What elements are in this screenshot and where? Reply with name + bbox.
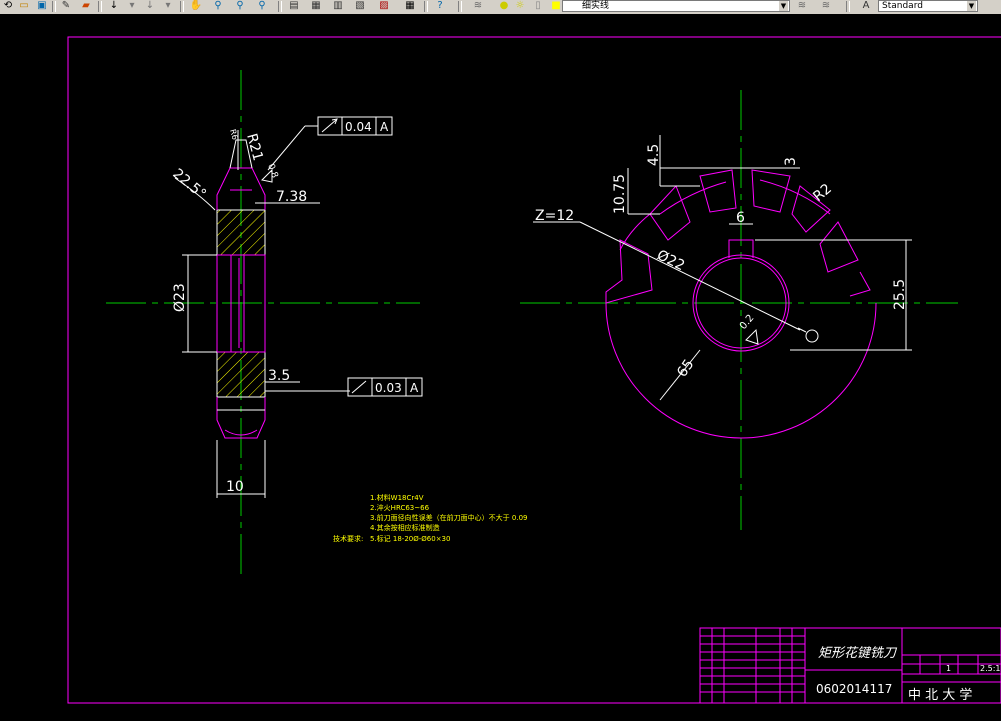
pan-icon[interactable]: ✋ [188,0,204,12]
gdt1-datum: A [380,120,389,134]
front-view: 4.5 10.75 3 R2 Z=12 Ø22 6 25.5 0.2 65 [520,90,958,530]
note-line-3: 3.前刀面径向性误差（在前刀面中心）不大于 0.09 [370,513,528,522]
dim-r2: R2 [810,181,835,205]
dim-25-5: 25.5 [892,279,908,310]
dim-z-12: Z=12 [535,208,574,224]
dim-7-38: 7.38 [276,189,307,205]
layer-manager-icon[interactable]: ≋ [470,0,486,12]
markup-icon[interactable]: ▨ [376,0,392,12]
layer-previous-icon[interactable]: ≋ [818,0,834,12]
redo-arrow-icon[interactable]: ▾ [160,0,176,12]
calculator-icon[interactable]: ▦ [402,0,418,12]
hatched-section-bottom [216,351,266,398]
gdt2-datum: A [410,381,419,395]
gdt1-value: 0.04 [345,120,372,134]
dim-r6: R6 [228,128,239,141]
part-name: 矩形花键铣刀 [818,646,898,661]
layer-name: 细实线 [582,1,610,11]
sun-icon[interactable]: ☼ [512,0,528,12]
count: 1 [946,664,951,673]
undo-icon[interactable]: ⟲ [0,0,16,12]
note-line-2: 2.淬火HRC63~66 [370,503,430,512]
title-block: 矩形花键铣刀 0602014117 中 北 大 学 2.5:1 1 [699,627,1001,704]
docked-toolbar-area [0,14,28,721]
note-line-5: 5.标记 18-20Ø-Ø60×30 [370,534,450,543]
dim-65: 65 [674,357,697,381]
pencil-icon[interactable]: ✎ [58,0,74,12]
technical-notes: 技术要求: 1.材料W18Cr4V 2.淬火HRC63~66 3.前刀面径向性误… [333,493,528,543]
chevron-down-icon: ▼ [779,1,788,11]
properties-icon[interactable]: ▤ [286,0,302,12]
dim-r21: R21 [243,132,266,163]
layer-state-icon[interactable]: ≋ [794,0,810,12]
tool-palette-icon[interactable]: ▥ [330,0,346,12]
text-style-name: Standard [882,1,923,11]
note-line-1: 1.材料W18Cr4V [370,493,424,502]
lock-icon[interactable]: ▯ [530,0,546,12]
dim-3-5: 3.5 [268,368,290,384]
text-style-dropdown[interactable]: Standard ▼ [878,0,978,12]
school-name: 中 北 大 学 [908,687,972,703]
standard-toolbar: ⟲ ▭ ▣ ✎ ▰ ↓ ▾ ↓ ▾ ✋ ⚲ ⚲ ⚲ ▤ ▦ ▥ ▧ ▨ ▦ ? … [0,0,1001,15]
zoom-previous-icon[interactable]: ⚲ [254,0,270,12]
chevron-down-icon: ▼ [967,1,976,11]
lightbulb-icon[interactable]: ● [496,0,512,12]
undo-arrow-icon[interactable]: ▾ [124,0,140,12]
save-icon[interactable]: ▣ [34,0,50,12]
layer-dropdown[interactable]: 细实线 ▼ [562,0,790,12]
dim-10-75: 10.75 [612,174,628,214]
zoom-realtime-icon[interactable]: ⚲ [210,0,226,12]
open-icon[interactable]: ▭ [16,0,32,12]
drawing-frame [67,36,1001,704]
dim-22-5: 22.5° [169,166,209,203]
dim-d22: Ø22 [654,247,687,274]
hatched-section-top [216,209,266,256]
undo-dropdown-icon[interactable]: ↓ [106,0,122,12]
gdt2-value: 0.03 [375,381,402,395]
drawing-canvas[interactable]: 7.38 R21 R6 0.8 22.5° 0.04 A Ø23 3.5 0.0… [27,14,1001,721]
notes-label: 技术要求: [333,534,363,543]
text-style-icon[interactable]: A [858,0,874,12]
design-center-icon[interactable]: ▦ [308,0,324,12]
dim-d23: Ø23 [172,283,188,312]
zoom-window-icon[interactable]: ⚲ [232,0,248,12]
note-line-4: 4.其余按相应标准制造 [370,523,440,532]
cad-drawing: 7.38 R21 R6 0.8 22.5° 0.04 A Ø23 3.5 0.0… [67,36,1001,704]
dim-3: 3 [783,157,799,166]
dim-10: 10 [226,479,244,495]
redo-icon[interactable]: ↓ [142,0,158,12]
scale: 2.5:1 [980,664,1001,673]
sheet-set-icon[interactable]: ▧ [352,0,368,12]
dim-6: 6 [736,210,745,226]
help-icon[interactable]: ? [432,0,448,12]
drawing-number: 0602014117 [816,682,892,696]
brush-icon[interactable]: ▰ [78,0,94,12]
dim-4-5: 4.5 [646,144,662,166]
